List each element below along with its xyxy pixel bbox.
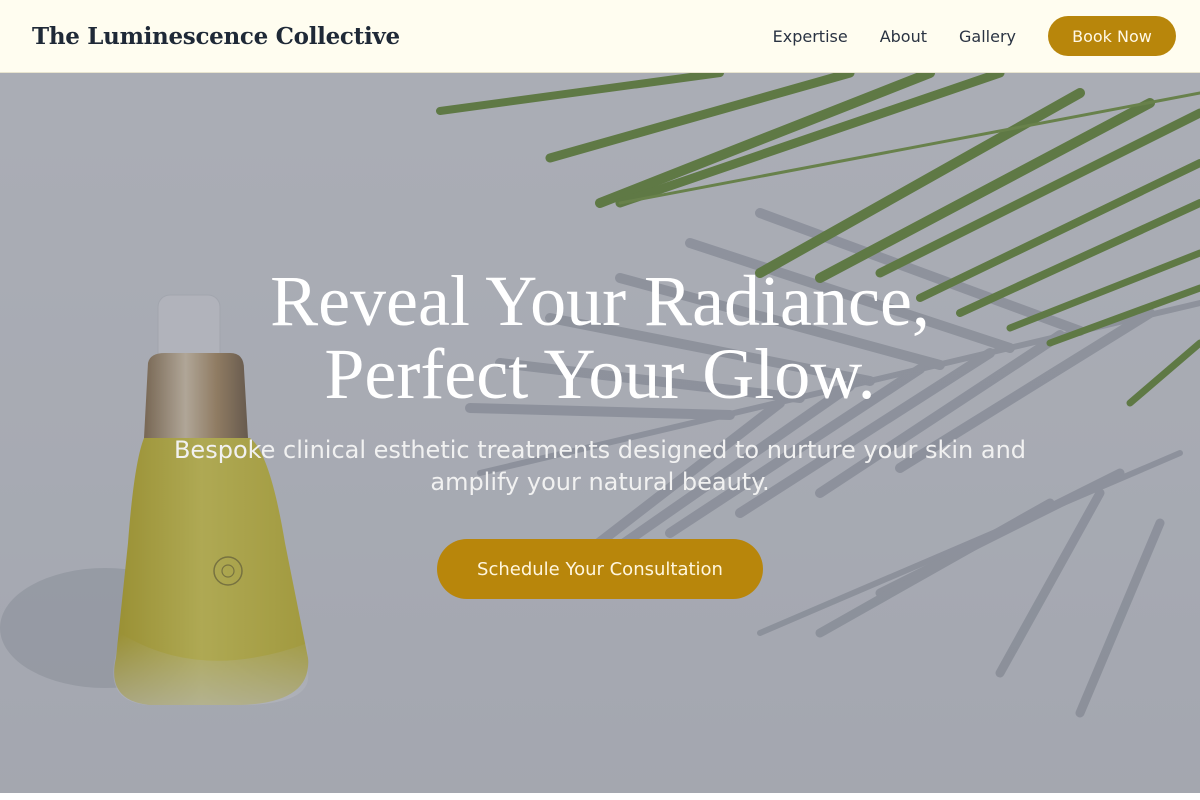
nav-link-gallery[interactable]: Gallery xyxy=(959,27,1016,46)
book-now-button[interactable]: Book Now xyxy=(1048,16,1176,56)
main-nav: Expertise About Gallery Book Now xyxy=(773,16,1176,56)
nav-link-about[interactable]: About xyxy=(880,27,927,46)
hero-title-line-2: Perfect Your Glow. xyxy=(324,334,876,414)
hero-section: Reveal Your Radiance, Perfect Your Glow.… xyxy=(0,73,1200,793)
brand-logo-text[interactable]: The Luminescence Collective xyxy=(32,23,400,50)
hero-subtitle: Bespoke clinical esthetic treatments des… xyxy=(173,436,1027,496)
hero-title-line-1: Reveal Your Radiance, xyxy=(270,261,930,341)
bottom-edge xyxy=(0,793,1200,800)
hero-title: Reveal Your Radiance, Perfect Your Glow. xyxy=(100,265,1100,411)
nav-link-expertise[interactable]: Expertise xyxy=(773,27,848,46)
hero-content: Reveal Your Radiance, Perfect Your Glow.… xyxy=(0,73,1200,793)
site-header: The Luminescence Collective Expertise Ab… xyxy=(0,0,1200,73)
schedule-consultation-button[interactable]: Schedule Your Consultation xyxy=(437,539,763,599)
